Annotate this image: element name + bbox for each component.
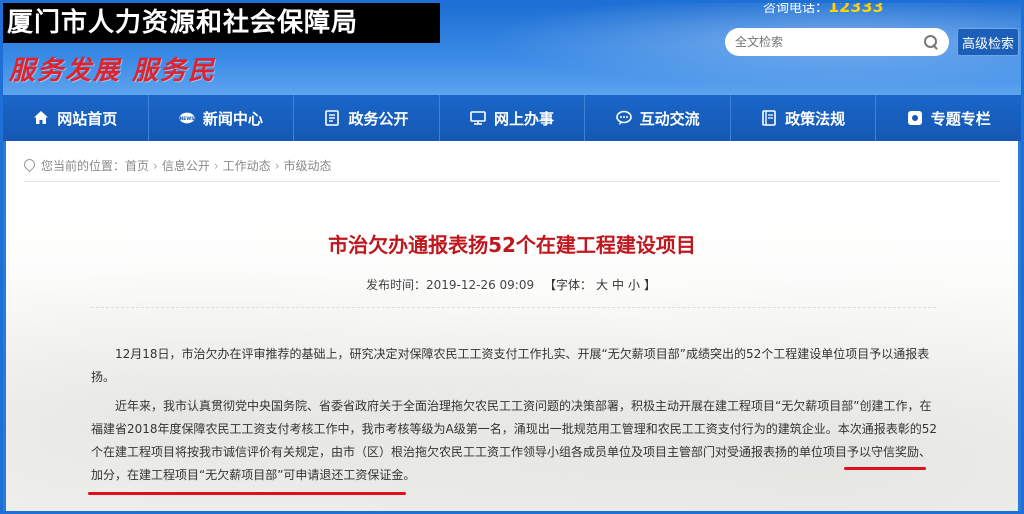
article-paragraph-2: 近年来，我市认真贯彻党中央国务院、省委省政府关于全面治理拖欠农民工工资问题的决策… xyxy=(91,399,938,482)
publish-label: 发布时间： xyxy=(365,278,426,292)
nav-label: 新闻中心 xyxy=(202,109,263,128)
font-size-small[interactable]: 小 xyxy=(628,278,640,292)
nav-item-online-service[interactable]: 网上办事 xyxy=(440,95,586,141)
breadcrumb-separator: › xyxy=(213,158,219,173)
font-size-control: 【字体： 大中小】 xyxy=(542,278,658,292)
slogan: 服务发展 服务民 xyxy=(9,56,217,86)
site-title[interactable]: 厦门市人力资源和社会保障局 xyxy=(3,3,440,43)
news-icon: NEWS xyxy=(179,110,195,126)
meta-divider xyxy=(91,307,936,308)
font-size-medium[interactable]: 中 xyxy=(612,278,624,292)
font-size-label: 【字体： xyxy=(543,278,592,292)
hotline-label: 咨询电话： xyxy=(763,3,829,16)
search-input[interactable] xyxy=(735,35,915,49)
location-icon xyxy=(24,159,35,173)
nav-item-news[interactable]: NEWS 新闻中心 xyxy=(149,95,295,141)
nav-item-policy[interactable]: 政策法规 xyxy=(731,95,877,141)
monitor-icon xyxy=(470,110,486,126)
breadcrumb-separator: › xyxy=(274,158,280,173)
nav-label: 政策法规 xyxy=(785,109,846,128)
breadcrumb-home[interactable]: 首页 xyxy=(125,157,149,174)
article-content: 您当前的位置： 首页 › 信息公开 › 工作动态 › 市级动态 市治欠办通报表扬… xyxy=(6,141,1018,511)
breadcrumb-city-news[interactable]: 市级动态 xyxy=(284,157,332,174)
article-title: 市治欠办通报表扬52个在建工程建设项目 xyxy=(328,233,696,257)
breadcrumb-info-public[interactable]: 信息公开 xyxy=(162,157,210,174)
hotline-number: 12333 xyxy=(828,3,884,16)
nav-label: 互动交流 xyxy=(639,109,700,128)
nav-label: 网上办事 xyxy=(494,109,555,128)
site-header: 厦门市人力资源和社会保障局 服务发展 服务民 咨询电话：12333 高级检索 xyxy=(3,3,1021,95)
nav-label: 专题专栏 xyxy=(930,109,991,128)
browser-frame: 厦门市人力资源和社会保障局 服务发展 服务民 咨询电话：12333 高级检索 网… xyxy=(0,0,1024,514)
advanced-search-button[interactable]: 高级检索 xyxy=(957,28,1019,56)
main-nav: 网站首页 NEWS 新闻中心 政务公开 网上办事 互动交流 政策法规 专题专栏 xyxy=(3,95,1021,141)
nav-label: 政务公开 xyxy=(348,109,409,128)
article-paragraph-1: 12月18日，市治欠办在评审推荐的基础上，研究决定对保障农民工工资支付工作扎实、… xyxy=(91,347,930,384)
chat-icon xyxy=(615,110,632,126)
breadcrumb-work-news[interactable]: 工作动态 xyxy=(223,157,271,174)
article-meta: 发布时间：2019-12-26 09:09 【字体： 大中小】 xyxy=(6,276,1018,293)
breadcrumb-divider xyxy=(24,181,1000,182)
search-icon[interactable] xyxy=(923,34,939,50)
search-box[interactable] xyxy=(725,28,949,56)
publish-time: 2019-12-26 09:09 xyxy=(425,278,535,292)
nav-item-interaction[interactable]: 互动交流 xyxy=(585,95,731,141)
font-size-close: 】 xyxy=(644,278,657,292)
home-icon xyxy=(33,110,49,126)
breadcrumb-separator: › xyxy=(153,158,158,173)
highlight-underline xyxy=(88,492,406,495)
font-size-large[interactable]: 大 xyxy=(596,278,608,292)
breadcrumb-prefix: 您当前的位置： xyxy=(41,159,126,173)
document-icon xyxy=(324,110,340,126)
svg-text:NEWS: NEWS xyxy=(179,116,194,122)
nav-label: 网站首页 xyxy=(57,109,118,128)
nav-item-public-affairs[interactable]: 政务公开 xyxy=(294,95,440,141)
hotline: 咨询电话：12333 xyxy=(763,3,884,16)
topic-icon xyxy=(907,110,923,126)
breadcrumb: 您当前的位置： 首页 › 信息公开 › 工作动态 › 市级动态 xyxy=(24,157,332,174)
book-icon xyxy=(761,110,777,126)
nav-item-home[interactable]: 网站首页 xyxy=(3,95,149,141)
nav-item-topics[interactable]: 专题专栏 xyxy=(876,95,1021,141)
highlight-underline xyxy=(844,467,926,470)
